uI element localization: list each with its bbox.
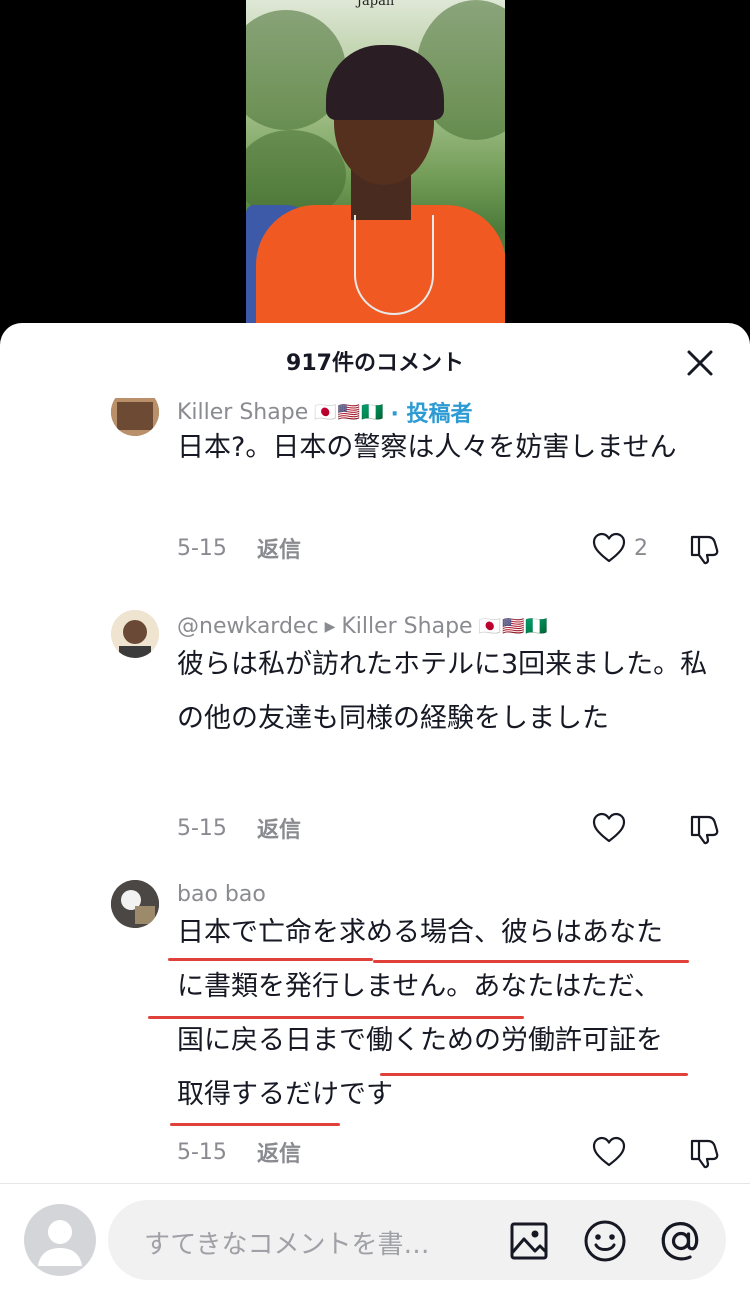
comment-meta: 5-15 返信 2 xyxy=(177,528,722,568)
dislike-button[interactable] xyxy=(682,531,722,565)
thumbs-down-icon xyxy=(690,1139,719,1169)
heart-icon xyxy=(592,532,626,563)
comment-username[interactable]: bao bao xyxy=(177,882,266,907)
comment-count-title: 917件のコメント xyxy=(286,351,464,376)
annotation-underline xyxy=(168,958,373,961)
annotation-underline xyxy=(148,1016,524,1019)
thumbs-down-icon xyxy=(690,815,719,845)
comment-text-line: 国に戻る日まで働くための労働許可証を xyxy=(177,1025,663,1056)
comment-meta: 5-15 返信 xyxy=(177,808,722,848)
comment-date: 5-15 xyxy=(177,535,227,561)
comment-input-placeholder: すてきなコメントを書… xyxy=(144,1230,430,1260)
default-avatar-icon xyxy=(38,1220,82,1266)
comment-date: 5-15 xyxy=(177,1139,227,1165)
user-avatar[interactable] xyxy=(24,1204,96,1276)
comment-text-line: に書類を発行しません。あなたはただ、 xyxy=(177,971,661,1002)
comment-header: @newkardec ▶ Killer Shape 🇯🇵🇺🇸🇳🇬 xyxy=(177,614,549,639)
dislike-button[interactable] xyxy=(682,1135,722,1169)
thumbs-down-icon xyxy=(690,535,719,565)
heart-icon xyxy=(592,1136,626,1167)
reply-button[interactable]: 返信 xyxy=(257,812,301,844)
avatar[interactable] xyxy=(111,398,159,436)
heart-icon xyxy=(592,812,626,843)
emoji-button[interactable] xyxy=(582,1218,628,1264)
user-flags: 🇯🇵🇺🇸🇳🇬 xyxy=(478,616,549,637)
reply-to-username[interactable]: Killer Shape xyxy=(341,614,472,639)
annotation-underline xyxy=(170,1123,340,1126)
mention-button[interactable] xyxy=(658,1218,704,1264)
image-button[interactable] xyxy=(506,1218,552,1264)
comment-list[interactable]: Killer Shape 🇯🇵🇺🇸🇳🇬 · 投稿者 日本?。日本の警察は人々を妨… xyxy=(0,398,750,1183)
dislike-button[interactable] xyxy=(682,811,722,845)
avatar[interactable] xyxy=(111,610,159,658)
comment-header: bao bao xyxy=(177,882,266,907)
comment-text: 日本?。日本の警察は人々を妨害しません xyxy=(177,432,677,463)
like-count: 2 xyxy=(634,535,648,561)
comment-input[interactable]: すてきなコメントを書… xyxy=(108,1200,726,1280)
comment-text-line: 日本で亡命を求める場合、彼らはあなた xyxy=(177,917,663,948)
avatar[interactable] xyxy=(111,880,159,928)
annotation-underline xyxy=(373,960,689,963)
close-icon xyxy=(687,350,713,376)
comment-text: 彼らは私が訪れたホテルに3回来ました。私の他の友達も同様の経験をしました xyxy=(177,649,708,734)
comment-username[interactable]: @newkardec xyxy=(177,614,319,639)
at-sign-icon xyxy=(661,1222,699,1261)
user-flags: 🇯🇵🇺🇸🇳🇬 xyxy=(314,401,385,423)
comment-date: 5-15 xyxy=(177,815,227,841)
reply-button[interactable]: 返信 xyxy=(257,1136,301,1168)
annotation-underline xyxy=(380,1073,688,1076)
reply-arrow-icon: ▶ xyxy=(324,618,336,635)
comment-input-bar: すてきなコメントを書… xyxy=(0,1184,750,1297)
smile-icon xyxy=(584,1220,626,1262)
comment-text-line: 取得するだけです xyxy=(177,1079,393,1110)
close-button[interactable] xyxy=(680,343,720,383)
comment-meta: 5-15 返信 xyxy=(177,1132,722,1172)
image-icon xyxy=(510,1222,548,1260)
like-button[interactable] xyxy=(592,812,682,844)
like-button[interactable]: 2 xyxy=(592,532,682,564)
necklace xyxy=(354,215,434,315)
comment-text: 日本で亡命を求める場合、彼らはあなた に書類を発行しません。あなたはただ、 国に… xyxy=(177,906,722,1122)
video-caption: Japan xyxy=(356,0,395,9)
reply-button[interactable]: 返信 xyxy=(257,532,301,564)
comment-sheet: 917件のコメント Killer Shape 🇯🇵🇺🇸🇳🇬 · 投稿者 日本?。… xyxy=(0,323,750,1297)
like-button[interactable] xyxy=(592,1136,682,1168)
video-player[interactable]: Japan xyxy=(246,0,505,330)
